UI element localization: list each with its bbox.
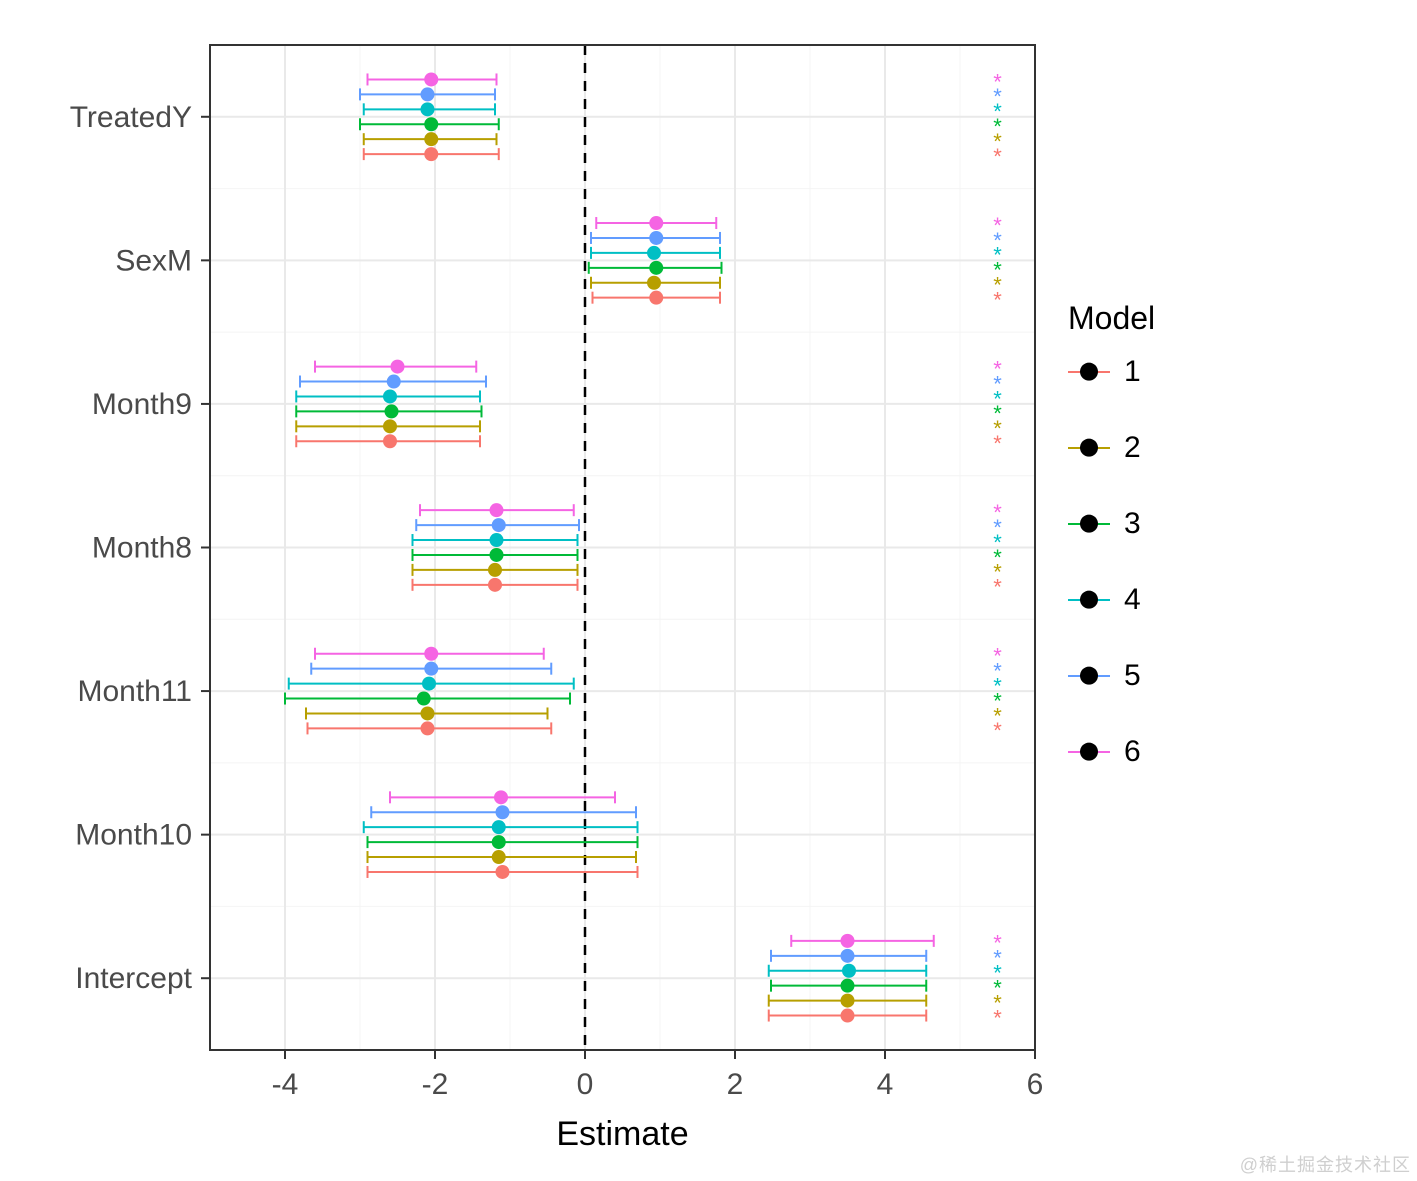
point-estimate (424, 132, 438, 146)
point-estimate (488, 578, 502, 592)
point-estimate (841, 979, 855, 993)
x-tick-label: 6 (1027, 1068, 1044, 1101)
significance-star: * (993, 431, 1002, 456)
significance-star: * (993, 144, 1002, 169)
point-estimate (383, 434, 397, 448)
point-estimate (488, 563, 502, 577)
coefficient-plot: -4 -2 0 2 4 6 TreatedY SexM Month9 Month8 Month11 M… (0, 0, 1417, 1181)
legend-item: 2 (1068, 431, 1141, 465)
point-estimate (492, 518, 506, 532)
point-estimate (490, 533, 504, 547)
point-estimate (492, 820, 506, 834)
point-estimate (492, 835, 506, 849)
y-tick-label: Month8 (92, 532, 192, 565)
point-estimate (391, 360, 405, 374)
point-estimate (490, 503, 504, 517)
x-tick-label: 4 (877, 1068, 894, 1101)
point-estimate (490, 548, 504, 562)
point-estimate (422, 677, 436, 691)
point-estimate (424, 147, 438, 161)
x-tick-label: 0 (577, 1068, 594, 1101)
point-estimate (841, 949, 855, 963)
point-estimate (496, 805, 510, 819)
point-estimate (842, 964, 856, 978)
point-estimate (421, 721, 435, 735)
x-axis-title: Estimate (556, 1115, 688, 1153)
legend-label: 6 (1124, 735, 1141, 769)
y-tick-label: Month11 (77, 675, 192, 708)
significance-star: * (993, 1005, 1002, 1030)
point-estimate (647, 276, 661, 290)
legend-label: 2 (1124, 431, 1141, 465)
point-estimate (383, 419, 397, 433)
legend-item: 1 (1068, 355, 1141, 389)
legend-item: 5 (1068, 659, 1141, 693)
legend-swatch (1068, 662, 1110, 690)
legend-swatch (1068, 586, 1110, 614)
point-estimate (387, 375, 401, 389)
legend-swatch (1068, 738, 1110, 766)
legend-swatch (1068, 510, 1110, 538)
point-estimate (424, 647, 438, 661)
chart-container: -4 -2 0 2 4 6 TreatedY SexM Month9 Month8 Month11 M… (0, 0, 1417, 1181)
x-tick-label: 2 (727, 1068, 744, 1101)
legend-swatch (1068, 358, 1110, 386)
point-estimate (841, 1009, 855, 1023)
point-estimate (649, 231, 663, 245)
point-estimate (424, 662, 438, 676)
point-estimate (421, 706, 435, 720)
point-estimate (841, 994, 855, 1008)
legend-item: 6 (1068, 735, 1141, 769)
point-estimate (649, 261, 663, 275)
legend-label: 5 (1124, 659, 1141, 693)
point-estimate (496, 865, 510, 879)
point-estimate (649, 216, 663, 230)
point-estimate (421, 87, 435, 101)
legend-title: Model (1068, 300, 1155, 337)
legend-swatch (1068, 434, 1110, 462)
significance-star: * (993, 575, 1002, 600)
y-tick-label: Month10 (75, 819, 192, 852)
legend-item: 3 (1068, 507, 1141, 541)
y-tick-label: Month9 (92, 388, 192, 421)
x-tick-label: -2 (422, 1068, 449, 1101)
y-tick-label: TreatedY (70, 101, 192, 134)
y-tick-label: SexM (115, 244, 192, 277)
point-estimate (417, 692, 431, 706)
point-estimate (494, 790, 508, 804)
point-estimate (421, 102, 435, 116)
point-estimate (647, 246, 661, 260)
watermark-text: @稀土掘金技术社区 (1240, 1151, 1411, 1177)
point-estimate (383, 389, 397, 403)
point-estimate (424, 117, 438, 131)
legend-label: 1 (1124, 355, 1141, 389)
y-tick-label: Intercept (75, 962, 192, 995)
x-tick-label: -4 (272, 1068, 299, 1101)
point-estimate (492, 850, 506, 864)
legend-label: 3 (1124, 507, 1141, 541)
point-estimate (841, 934, 855, 948)
significance-star: * (993, 287, 1002, 312)
point-estimate (424, 72, 438, 86)
significance-star: * (993, 718, 1002, 743)
legend-label: 4 (1124, 583, 1141, 617)
point-estimate (649, 291, 663, 305)
legend-item: 4 (1068, 583, 1141, 617)
point-estimate (385, 404, 399, 418)
